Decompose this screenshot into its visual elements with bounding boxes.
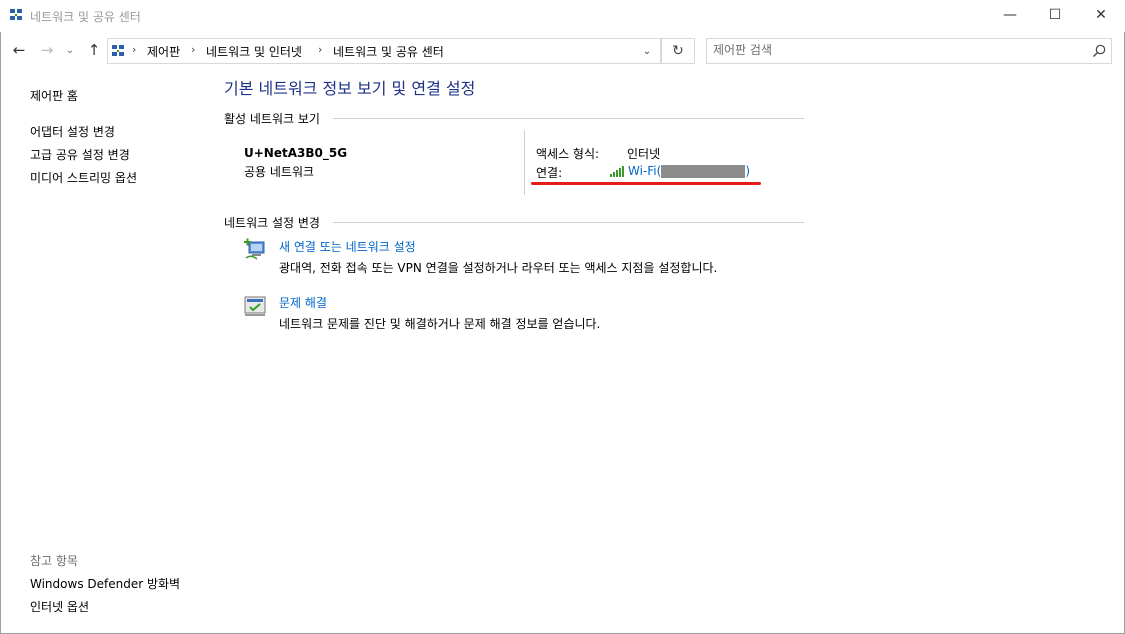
sidebar-media-streaming[interactable]: 미디어 스트리밍 옵션 (30, 169, 137, 186)
breadcrumb-separator[interactable]: › (318, 43, 322, 56)
sidebar-defender-firewall[interactable]: Windows Defender 방화벽 (30, 575, 180, 592)
network-name: U+NetA3B0_5G (244, 146, 348, 160)
address-dropdown-button[interactable]: ⌄ (637, 42, 657, 60)
window-title: 네트워크 및 공유 센터 (30, 10, 141, 24)
section-divider (333, 118, 804, 119)
search-input[interactable] (713, 42, 1073, 58)
new-connection-description: 광대역, 전화 접속 또는 VPN 연결을 설정하거나 라우터 또는 액세스 지… (279, 261, 718, 275)
section-divider (333, 222, 804, 223)
up-button[interactable]: ↑ (85, 41, 103, 59)
troubleshoot-link[interactable]: 문제 해결 (279, 294, 327, 311)
breadcrumb-separator[interactable]: › (132, 43, 136, 56)
sidebar-adapter-settings[interactable]: 어댑터 설정 변경 (30, 123, 115, 140)
new-connection-icon (244, 238, 265, 260)
annotation-underline (531, 182, 761, 185)
refresh-button[interactable]: ↻ (661, 38, 695, 64)
network-category: 공용 네트워크 (244, 165, 315, 179)
breadcrumb-control-panel[interactable]: 제어판 (147, 43, 180, 60)
title-bar: 네트워크 및 공유 센터 — ☐ ✕ (0, 0, 1125, 32)
change-settings-heading: 네트워크 설정 변경 (224, 216, 320, 230)
search-icon[interactable] (1091, 43, 1107, 59)
close-button[interactable]: ✕ (1078, 0, 1124, 30)
sidebar-control-panel-home[interactable]: 제어판 홈 (30, 87, 78, 104)
redacted-block (661, 164, 746, 178)
forward-button[interactable]: → (38, 41, 56, 59)
control-panel-icon (112, 45, 124, 56)
connection-prefix[interactable]: Wi-Fi( (628, 164, 661, 178)
troubleshoot-description: 네트워크 문제를 진단 및 해결하거나 문제 해결 정보를 얻습니다. (279, 317, 601, 331)
see-also-heading: 참고 항목 (30, 554, 78, 568)
back-button[interactable]: ← (10, 41, 28, 59)
breadcrumb-separator[interactable]: › (191, 43, 195, 56)
new-connection-link[interactable]: 새 연결 또는 네트워크 설정 (279, 238, 416, 255)
network-sharing-icon (10, 9, 22, 20)
sidebar-internet-options[interactable]: 인터넷 옵션 (30, 598, 89, 615)
active-networks-heading: 활성 네트워크 보기 (224, 112, 320, 126)
recent-locations-button[interactable]: ⌄ (64, 41, 76, 59)
troubleshoot-icon (244, 296, 266, 316)
breadcrumb-network-sharing-center[interactable]: 네트워크 및 공유 센터 (333, 43, 444, 60)
access-type-value: 인터넷 (627, 147, 661, 161)
wifi-connection-link[interactable]: Wi-Fi() (609, 164, 750, 178)
minimize-button[interactable]: — (987, 0, 1033, 30)
vertical-divider (524, 130, 525, 195)
wifi-signal-icon (610, 166, 624, 177)
access-type-label: 액세스 형식: (536, 147, 600, 161)
breadcrumb-network-internet[interactable]: 네트워크 및 인터넷 (206, 43, 302, 60)
maximize-button[interactable]: ☐ (1032, 0, 1078, 30)
search-box[interactable] (706, 38, 1112, 64)
page-title: 기본 네트워크 정보 보기 및 연결 설정 (224, 79, 476, 98)
connection-label: 연결: (536, 166, 563, 180)
address-bar[interactable]: › 제어판 › 네트워크 및 인터넷 › 네트워크 및 공유 센터 ⌄ (107, 38, 661, 64)
connection-suffix[interactable]: ) (745, 164, 750, 178)
sidebar-advanced-sharing[interactable]: 고급 공유 설정 변경 (30, 146, 130, 163)
